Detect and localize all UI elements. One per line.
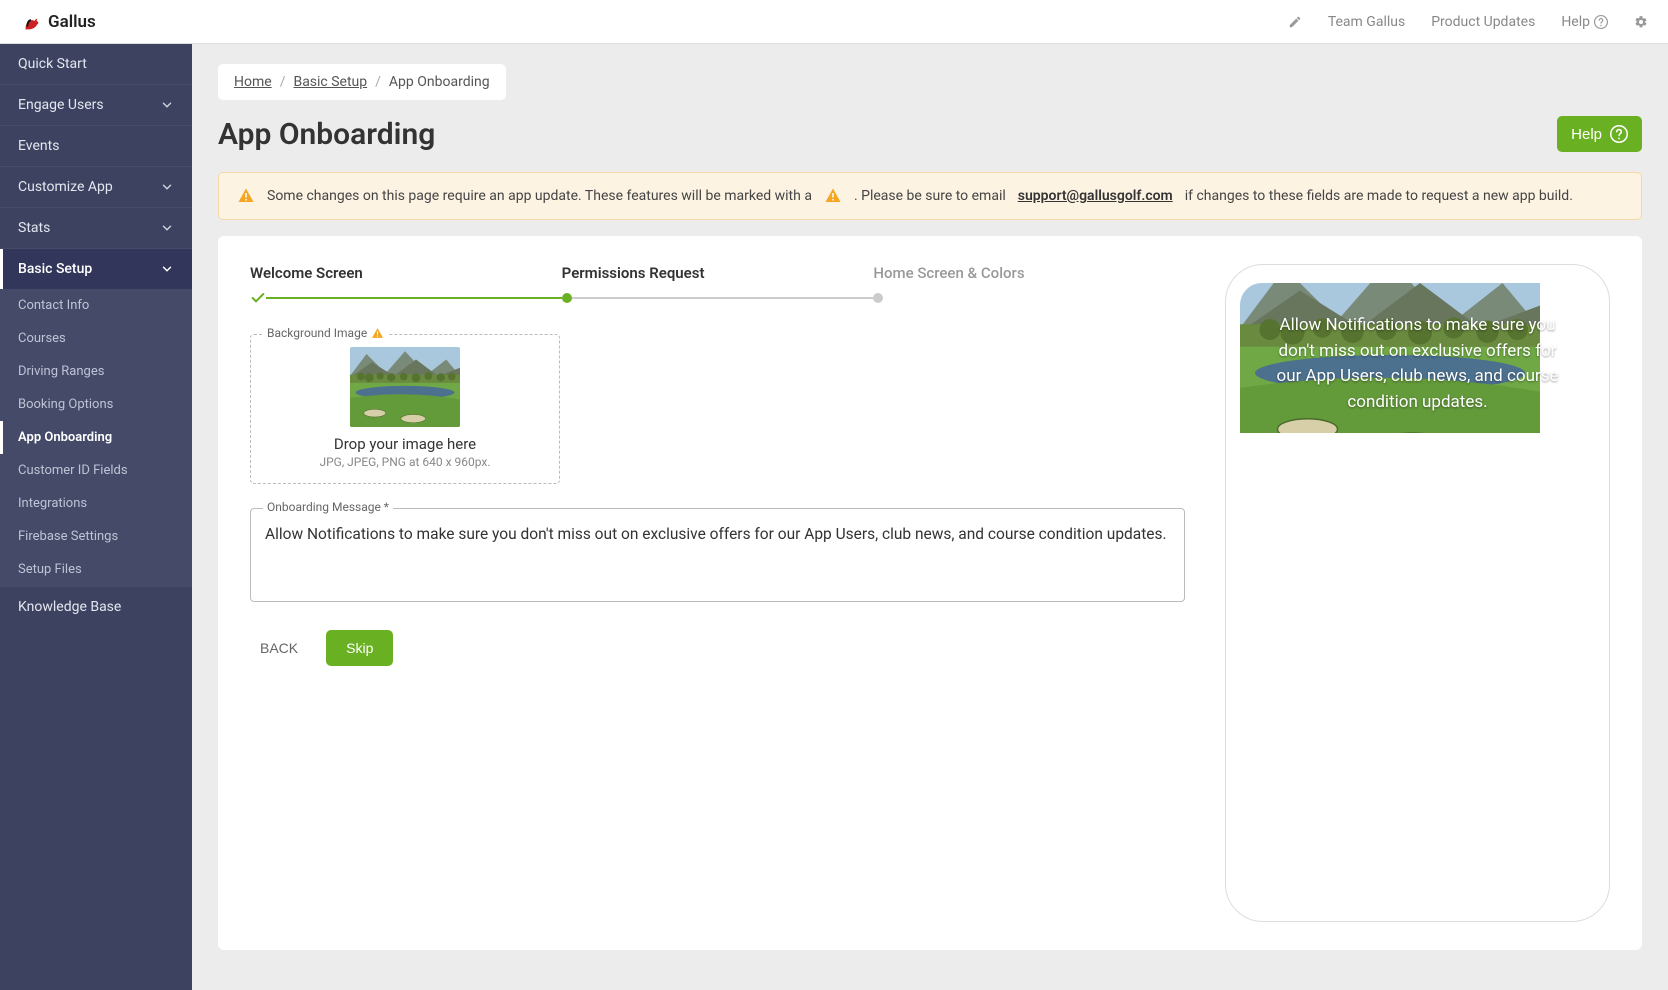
check-icon — [250, 290, 266, 306]
crumb-home[interactable]: Home — [234, 74, 272, 90]
sidebar-sub-contact[interactable]: Contact Info — [0, 289, 192, 322]
topnav-team[interactable]: Team Gallus — [1328, 14, 1405, 30]
content-card: Welcome Screen Permissions Request — [218, 236, 1642, 950]
step-dot-icon — [873, 293, 883, 303]
sidebar-customize[interactable]: Customize App — [0, 167, 192, 207]
phone-preview: Allow Notifications to make sure you don… — [1225, 264, 1610, 922]
topnav-updates[interactable]: Product Updates — [1431, 14, 1535, 30]
update-alert: Some changes on this page require an app… — [218, 172, 1642, 220]
sidebar-engage[interactable]: Engage Users — [0, 85, 192, 125]
support-email-link[interactable]: support@gallusgolf.com — [1018, 188, 1173, 204]
sidebar-sub-customer-id[interactable]: Customer ID Fields — [0, 454, 192, 487]
dropzone-text: Drop your image here — [265, 435, 545, 453]
main-content: Home / Basic Setup / App Onboarding App … — [192, 44, 1668, 990]
bg-image-legend: Background Image — [263, 326, 388, 340]
sidebar-sub-integrations[interactable]: Integrations — [0, 487, 192, 520]
warning-icon — [237, 187, 255, 205]
step-dot-icon — [562, 293, 572, 303]
sidebar: Quick Start Engage Users Events Customiz… — [0, 44, 192, 990]
preview-card — [1293, 885, 1542, 903]
sidebar-kb[interactable]: Knowledge Base — [0, 587, 192, 627]
warning-icon — [824, 187, 842, 205]
sidebar-sub-setup-files[interactable]: Setup Files — [0, 553, 192, 586]
page-title: App Onboarding — [218, 117, 435, 152]
bg-image-thumbnail — [350, 347, 460, 427]
message-legend: Onboarding Message * — [263, 500, 393, 514]
sidebar-sub-ranges[interactable]: Driving Ranges — [0, 355, 192, 388]
sidebar-quick-start[interactable]: Quick Start — [0, 44, 192, 84]
stepper: Welcome Screen Permissions Request — [250, 264, 1185, 304]
sidebar-sub-booking[interactable]: Booking Options — [0, 388, 192, 421]
onboarding-message-group: Onboarding Message * — [250, 508, 1185, 602]
chevron-down-icon — [160, 221, 174, 235]
crumb-current: App Onboarding — [389, 74, 490, 90]
step-welcome[interactable]: Welcome Screen — [250, 264, 562, 282]
brand-name: Gallus — [48, 12, 96, 32]
help-circle-icon — [1610, 125, 1628, 143]
warning-icon — [371, 327, 384, 340]
edit-icon[interactable] — [1288, 15, 1302, 29]
onboarding-message-input[interactable] — [265, 523, 1170, 583]
step-home-colors[interactable]: Home Screen & Colors — [873, 264, 1185, 282]
settings-icon[interactable] — [1634, 15, 1648, 29]
brand-logo[interactable]: Gallus — [20, 11, 96, 33]
step-permissions[interactable]: Permissions Request — [562, 264, 874, 282]
chevron-down-icon — [160, 262, 174, 276]
background-image-group[interactable]: Background Image Drop your image here JP… — [250, 334, 560, 484]
breadcrumb: Home / Basic Setup / App Onboarding — [218, 64, 506, 100]
dropzone-subtext: JPG, JPEG, PNG at 640 x 960px. — [265, 455, 545, 469]
sidebar-sub-courses[interactable]: Courses — [0, 322, 192, 355]
skip-button[interactable]: Skip — [326, 630, 393, 666]
rooster-icon — [20, 11, 42, 33]
topnav-help[interactable]: Help — [1561, 14, 1608, 30]
chevron-down-icon — [160, 98, 174, 112]
crumb-basic[interactable]: Basic Setup — [293, 74, 367, 90]
sidebar-stats[interactable]: Stats — [0, 208, 192, 248]
help-button[interactable]: Help — [1557, 116, 1642, 152]
sidebar-sub-onboarding[interactable]: App Onboarding — [0, 421, 192, 454]
sidebar-basic-setup[interactable]: Basic Setup — [0, 249, 192, 289]
topbar: Gallus Team Gallus Product Updates Help — [0, 0, 1668, 44]
topnav: Team Gallus Product Updates Help — [1288, 14, 1648, 30]
preview-text: Allow Notifications to make sure you don… — [1240, 283, 1595, 415]
back-button[interactable]: BACK — [250, 632, 308, 664]
sidebar-sub-firebase[interactable]: Firebase Settings — [0, 520, 192, 553]
sidebar-events[interactable]: Events — [0, 126, 192, 166]
chevron-down-icon — [160, 180, 174, 194]
